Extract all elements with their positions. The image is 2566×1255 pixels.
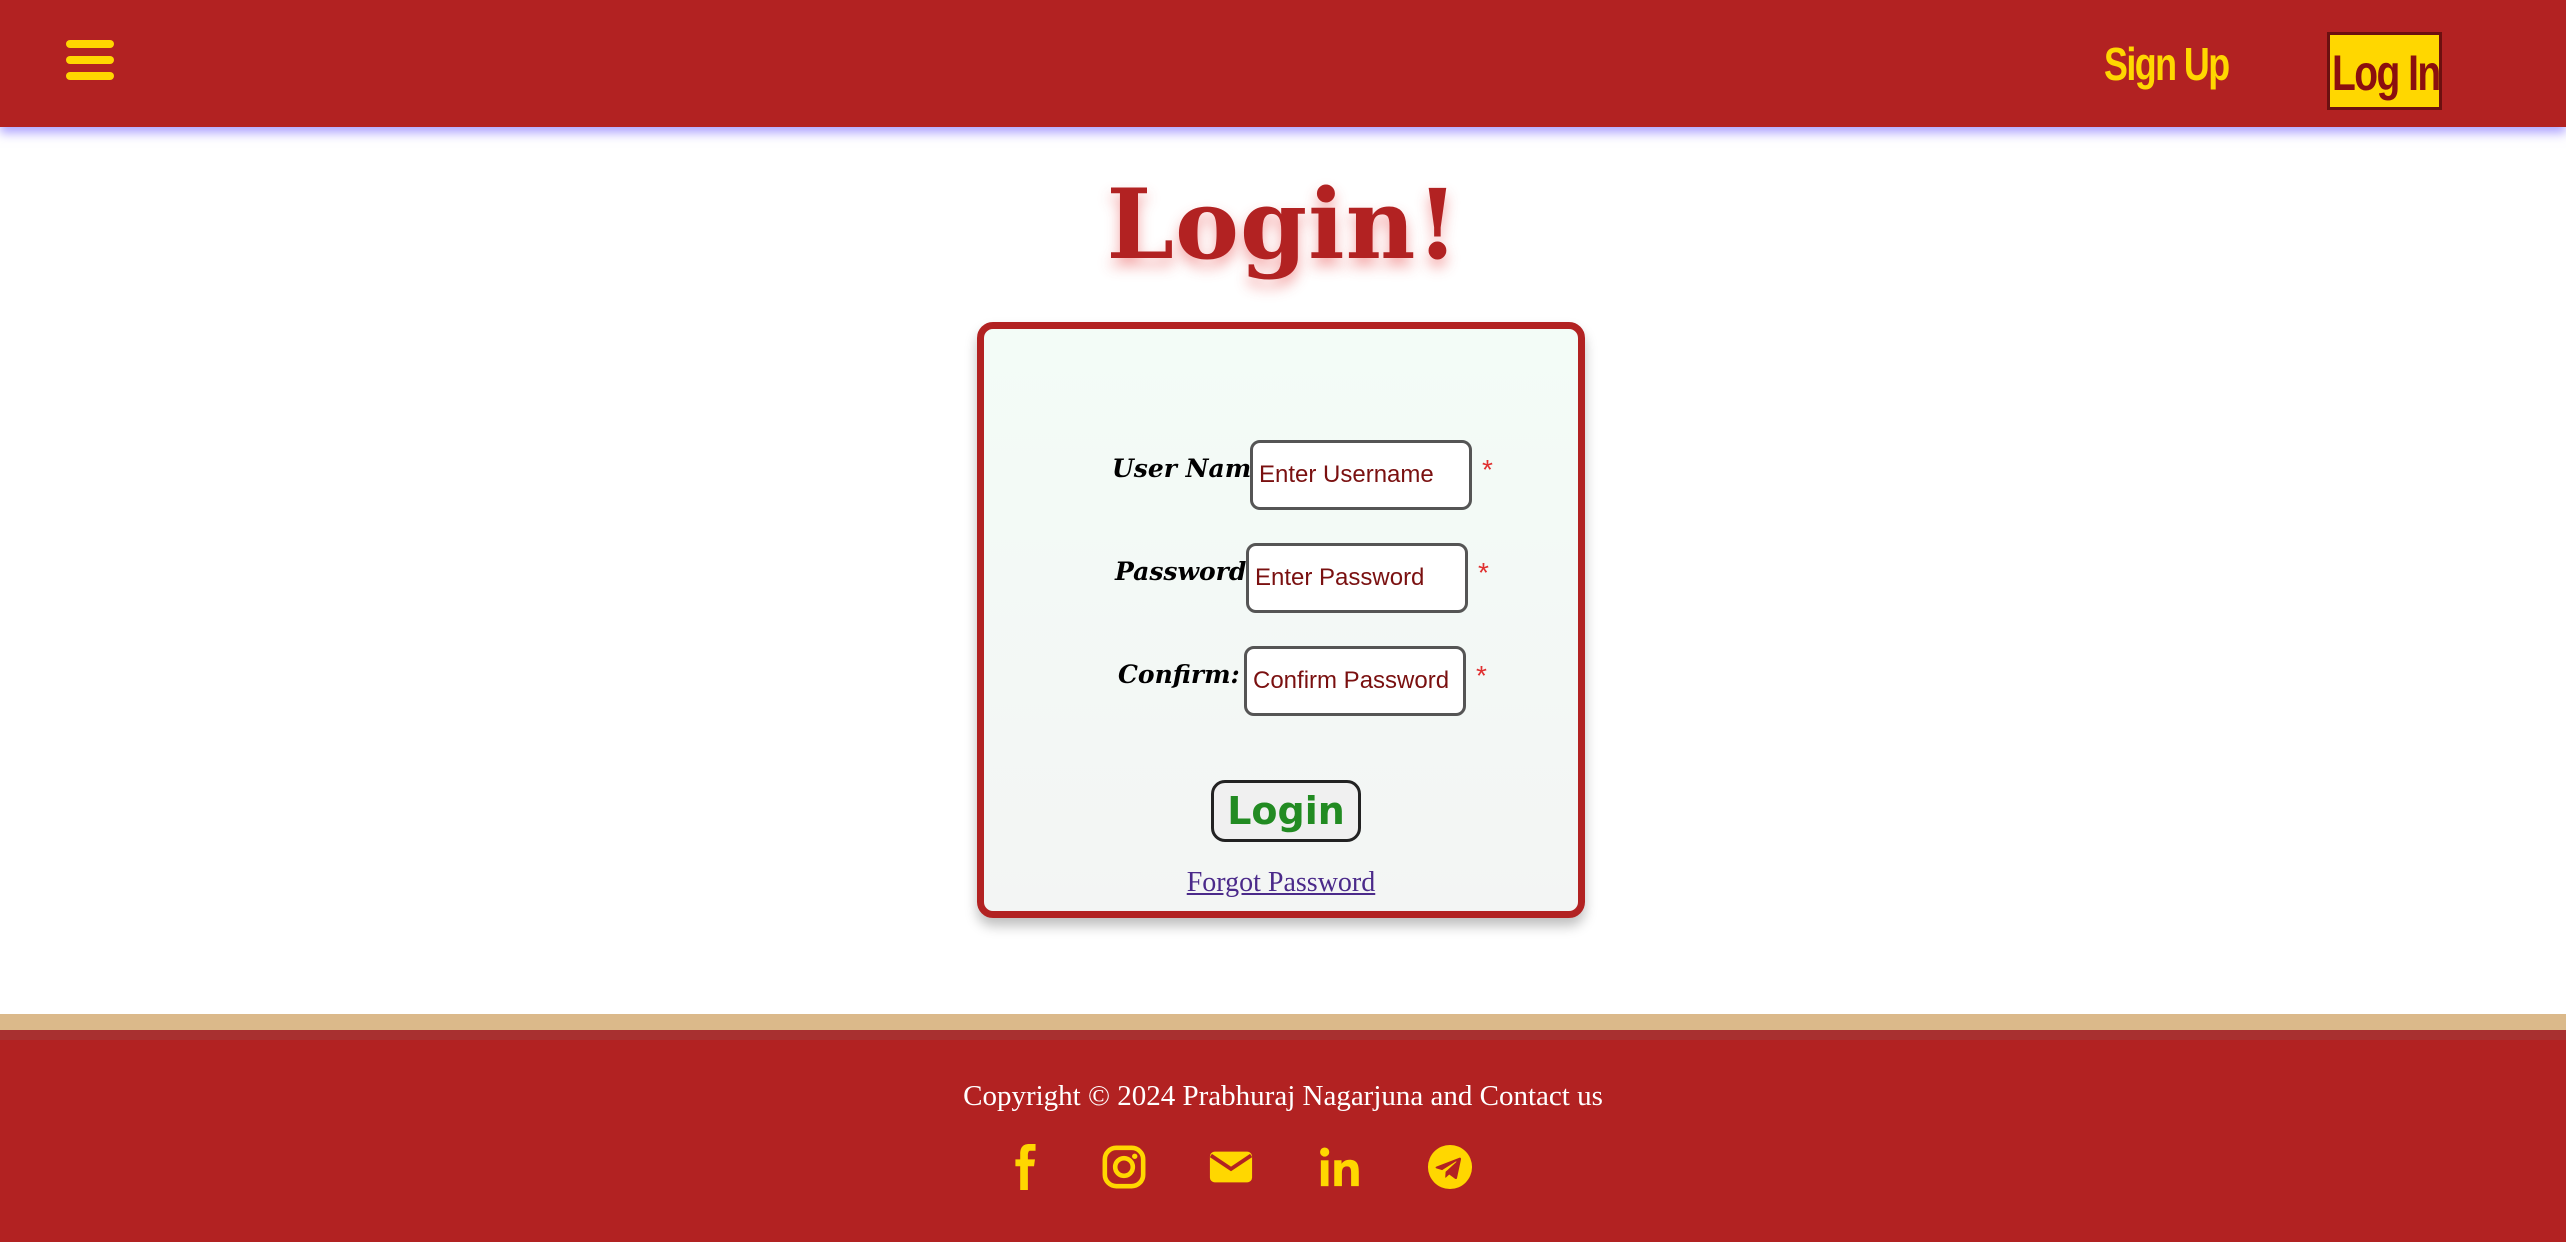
page-title: Login! (1106, 168, 1460, 281)
hamburger-menu-icon[interactable] (66, 40, 114, 80)
confirm-required-mark: * (1476, 660, 1487, 691)
login-submit-button[interactable]: Login (1211, 780, 1361, 842)
username-required-mark: * (1482, 454, 1493, 485)
nav-login-button[interactable]: Log In (2327, 32, 2442, 110)
linkedin-icon[interactable] (1317, 1144, 1363, 1190)
top-navbar: Sign Up Log In (0, 0, 2566, 127)
facebook-icon[interactable] (1002, 1144, 1048, 1190)
password-input[interactable] (1246, 543, 1468, 613)
password-required-mark: * (1478, 557, 1489, 588)
confirm-password-input[interactable] (1244, 646, 1466, 716)
footer-band (0, 1030, 2566, 1040)
confirm-label: Confirm: (1118, 660, 1240, 689)
footer: Copyright © 2024 Prabhuraj Nagarjuna and… (0, 1040, 2566, 1242)
login-form-card: User Name: * Password: * Confirm: * Logi… (977, 322, 1585, 918)
footer-stripe (0, 1014, 2566, 1030)
telegram-icon[interactable] (1427, 1144, 1473, 1190)
nav-login-label: Log In (2332, 45, 2441, 101)
instagram-icon[interactable] (1101, 1144, 1147, 1190)
forgot-password-link[interactable]: Forgot Password (984, 867, 1578, 899)
copyright-text: Copyright © 2024 Prabhuraj Nagarjuna and… (963, 1080, 1603, 1112)
password-label: Password: (1115, 557, 1256, 586)
nav-signup-link[interactable]: Sign Up (2104, 34, 2230, 94)
email-icon[interactable] (1208, 1144, 1254, 1190)
username-input[interactable] (1250, 440, 1472, 510)
